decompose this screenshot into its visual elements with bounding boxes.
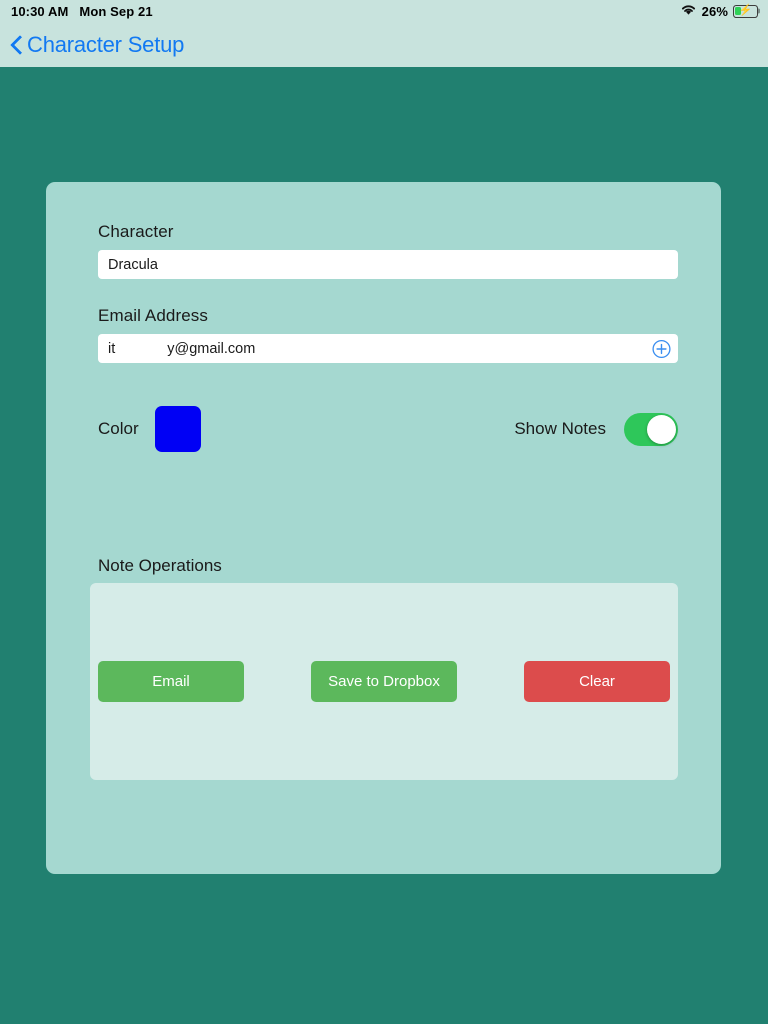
color-group: Color <box>98 406 201 452</box>
wifi-icon <box>680 3 697 19</box>
save-to-dropbox-button[interactable]: Save to Dropbox <box>311 661 457 702</box>
show-notes-label: Show Notes <box>514 419 606 438</box>
email-label: Email Address <box>98 306 208 325</box>
character-input[interactable] <box>98 250 678 279</box>
clear-button[interactable]: Clear <box>524 661 670 702</box>
page-title: Character Setup <box>27 31 185 57</box>
plus-circle-icon[interactable] <box>652 339 671 358</box>
color-label: Color <box>98 419 139 438</box>
email-value: it y@gmail.com <box>108 341 255 357</box>
show-notes-group: Show Notes <box>514 412 678 446</box>
note-operations-buttons: Email Save to Dropbox Clear <box>90 583 678 780</box>
character-field-group: Character <box>98 222 678 279</box>
charging-bolt-icon: ⚡ <box>738 4 753 17</box>
email-field-group: Email Address it y@gmail.com <box>98 306 678 363</box>
email-input-wrap: it y@gmail.com <box>98 334 678 363</box>
options-row: Color Show Notes <box>98 406 678 452</box>
status-bar-left: 10:30 AM Mon Sep 21 <box>11 4 153 19</box>
email-input[interactable]: it y@gmail.com <box>98 334 678 363</box>
character-label: Character <box>98 222 174 241</box>
note-operations-title: Note Operations <box>98 556 222 575</box>
chevron-left-icon <box>10 34 23 56</box>
nav-bar: Character Setup <box>0 22 768 67</box>
toggle-knob <box>647 414 676 444</box>
email-value-prefix: it <box>108 340 116 357</box>
status-bar: 10:30 AM Mon Sep 21 26% ⚡ <box>0 0 768 22</box>
status-date: Mon Sep 21 <box>79 3 153 19</box>
note-operations-panel: Email Save to Dropbox Clear <box>90 583 678 780</box>
battery-percent: 26% <box>701 3 728 19</box>
back-button[interactable]: Character Setup <box>10 32 184 58</box>
email-value-suffix: y@gmail.com <box>167 340 256 357</box>
show-notes-toggle[interactable] <box>624 412 678 446</box>
battery-icon: ⚡ <box>733 4 758 18</box>
status-time: 10:30 AM <box>11 3 69 19</box>
email-button[interactable]: Email <box>98 661 244 702</box>
color-swatch[interactable] <box>154 406 201 452</box>
status-bar-right: 26% ⚡ <box>680 3 758 19</box>
